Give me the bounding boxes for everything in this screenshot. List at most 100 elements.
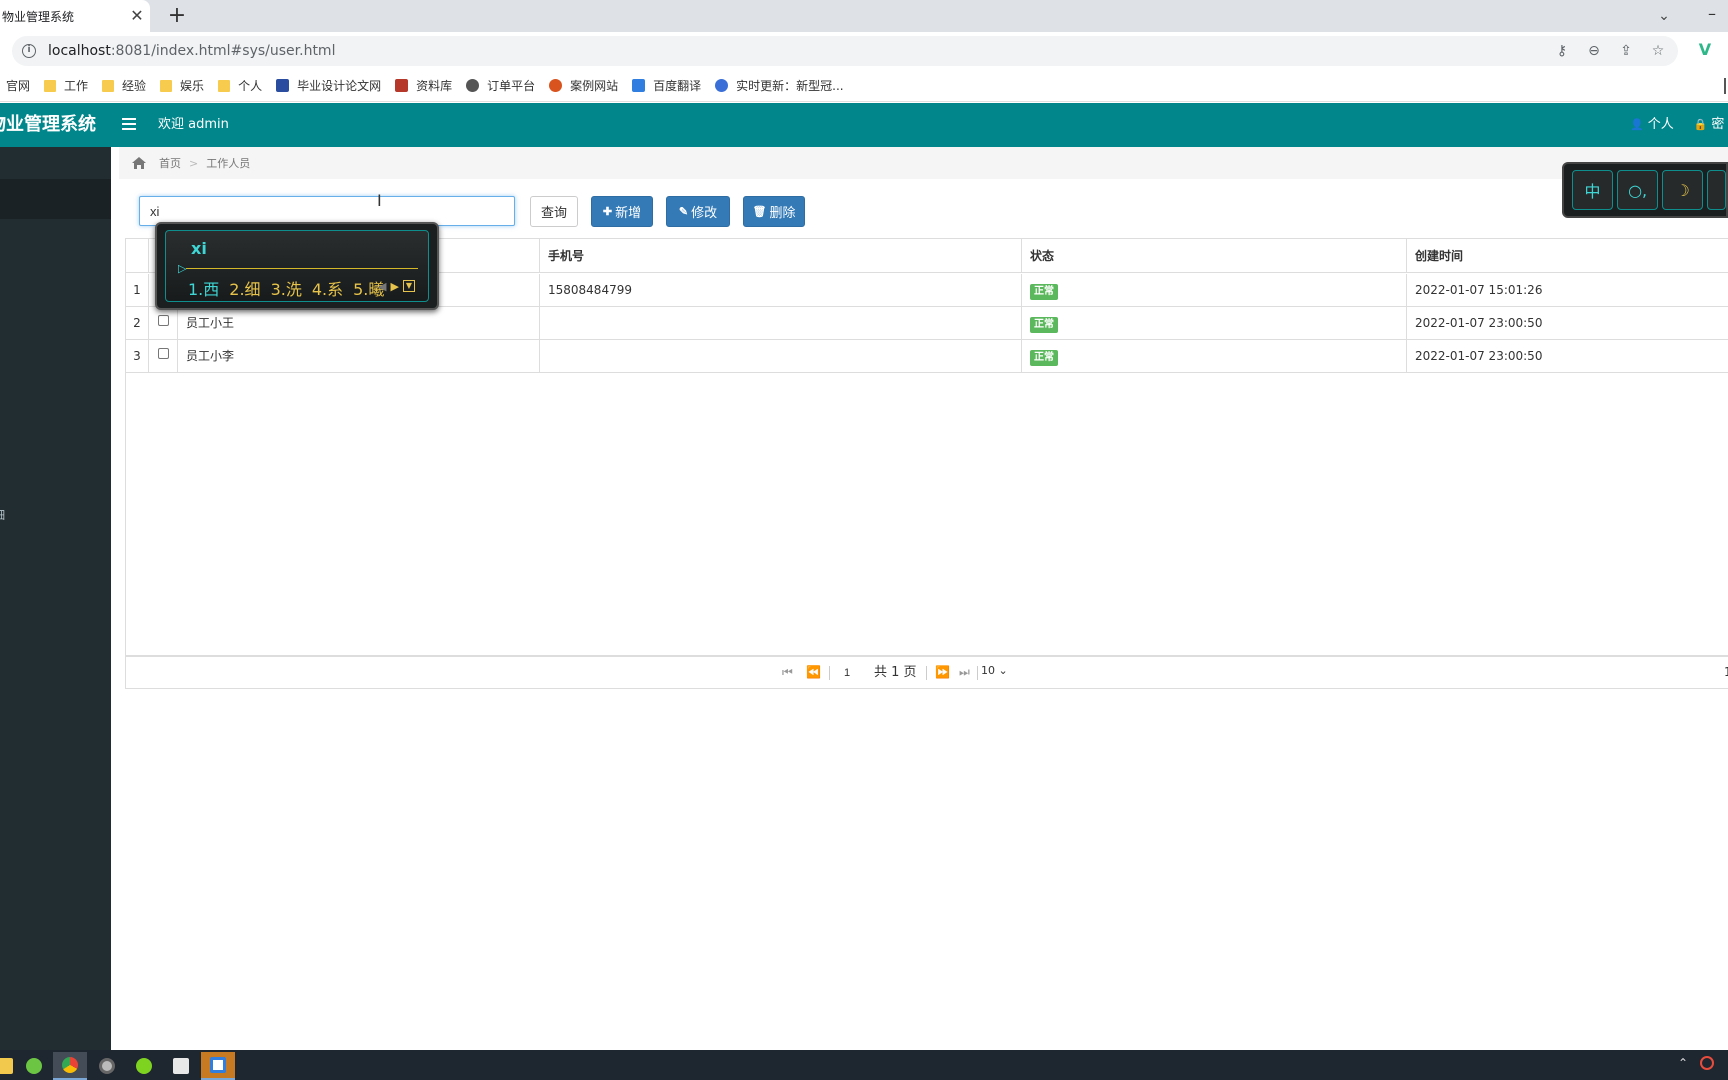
add-button[interactable]: ✚ 新增	[591, 196, 653, 227]
bookmark-folder[interactable]: 个人	[218, 77, 262, 94]
cell-created: 2022-01-07 23:00:50	[1406, 340, 1728, 372]
pager-divider	[926, 666, 927, 680]
ime-candidate[interactable]: 4.系	[312, 276, 343, 300]
info-icon[interactable]: i	[22, 44, 36, 58]
browser-tab-bar: 物业管理系统 ✕ + ⌄ –	[0, 0, 1728, 32]
first-page-icon[interactable]: ⏮	[782, 657, 793, 688]
bookmark-folder[interactable]: 工作	[44, 77, 88, 94]
cell-phone	[539, 340, 1021, 372]
expand-candidates-icon[interactable]: ▼	[402, 280, 415, 292]
taskbar-app-icon[interactable]	[201, 1052, 235, 1080]
taskbar-chrome-icon[interactable]	[53, 1052, 87, 1080]
pager-divider	[977, 666, 978, 680]
password-link[interactable]: 🔒 密	[1694, 103, 1725, 147]
ime-status-bar: 中 ○, ☽	[1562, 162, 1728, 218]
prev-candidates-icon[interactable]: ◀	[378, 280, 386, 293]
breadcrumb-separator: >	[189, 156, 199, 170]
main-content: 首页 > 工作人员 I 查询 ✚新增 ✎修改 🗑删除 手机号 状态 创建时间 1…	[111, 147, 1728, 1050]
bookmark-item[interactable]: 实时更新：新型冠...	[715, 77, 844, 94]
page-size-select[interactable]: 10 ⌄	[981, 664, 1008, 677]
tray-record-icon[interactable]	[1700, 1056, 1714, 1073]
bookmark-item[interactable]: 官网	[6, 77, 30, 94]
edit-icon: ✎	[678, 206, 689, 218]
vue-devtools-icon[interactable]: V	[1695, 40, 1715, 60]
cell-status: 正常	[1021, 307, 1406, 339]
home-icon[interactable]	[131, 156, 147, 170]
status-badge: 正常	[1030, 284, 1058, 300]
bookmark-folder[interactable]: 娱乐	[160, 77, 204, 94]
share-icon[interactable]: ⇪	[1616, 41, 1636, 61]
ime-candidates: 1.西 2.细 3.洗 4.系 5.曦	[188, 276, 384, 300]
chevron-down-icon[interactable]: ⌄	[1652, 4, 1676, 28]
bookmark-item[interactable]: 资料库	[395, 77, 452, 94]
header-created[interactable]: 创建时间	[1406, 239, 1728, 273]
bookmark-folder[interactable]: 经验	[102, 77, 146, 94]
table-row[interactable]: 2 员工小王 正常 2022-01-07 23:00:50	[126, 307, 1728, 340]
last-page-icon[interactable]: ⏭	[959, 657, 970, 688]
row-checkbox[interactable]	[157, 314, 169, 326]
pagination-bar: ⏮ ⏪ 共 1 页 ⏩ ⏭ 10 ⌄ 1	[125, 656, 1728, 689]
header-status[interactable]: 状态	[1021, 239, 1406, 273]
ime-divider	[186, 268, 418, 269]
row-checkbox-cell	[148, 307, 177, 339]
star-icon[interactable]: ☆	[1648, 41, 1668, 61]
bookmark-item[interactable]: 案例网站	[549, 77, 618, 94]
cell-name: 员工小李	[177, 340, 539, 372]
next-page-icon[interactable]: ⏩	[935, 657, 950, 688]
header-phone[interactable]: 手机号	[539, 239, 1021, 273]
close-icon[interactable]: ✕	[128, 7, 146, 25]
delete-button[interactable]: 🗑 删除	[743, 196, 805, 227]
tray-expand-icon[interactable]: ⌃	[1678, 1056, 1688, 1070]
welcome-text: 欢迎 admin	[158, 117, 229, 132]
next-candidates-icon[interactable]: ▶	[390, 280, 398, 293]
taskbar-document-icon[interactable]	[164, 1052, 198, 1080]
personal-link[interactable]: 👤 个人	[1630, 103, 1674, 147]
ime-width-toggle[interactable]: ☽	[1662, 170, 1704, 210]
chevron-down-icon: ⌄	[998, 664, 1008, 677]
bookmark-item[interactable]: 百度翻译	[632, 77, 701, 94]
menu-toggle-icon[interactable]	[122, 115, 136, 135]
bookmark-item[interactable]: 毕业设计论文网	[276, 77, 381, 94]
row-number: 2	[133, 316, 141, 330]
row-number: 3	[133, 349, 141, 363]
ime-composition: xi	[191, 239, 207, 258]
pager-info: 1	[1724, 665, 1728, 679]
key-icon[interactable]: ⚷	[1552, 41, 1572, 61]
ime-punctuation-toggle[interactable]: ○,	[1617, 170, 1659, 210]
browser-tab[interactable]: 物业管理系统 ✕	[0, 0, 150, 32]
ime-language-toggle[interactable]: 中	[1572, 170, 1614, 210]
taskbar-app-icon[interactable]	[17, 1052, 51, 1080]
ime-candidate-panel: xi ▷ 1.西 2.细 3.洗 4.系 5.曦 ◀ ▶ ▼	[165, 230, 429, 302]
baidu-paw-icon	[715, 79, 729, 92]
sidebar-item-active[interactable]	[0, 179, 111, 219]
total-pages: 共 1 页	[874, 665, 917, 680]
bookmarks-bar: 官网 工作 经验 娱乐 个人 毕业设计论文网 资料库 订单平台 案例网站 百度翻…	[0, 70, 1728, 102]
cell-phone	[539, 307, 1021, 339]
url-input[interactable]: i localhost:8081/index.html#sys/user.htm…	[12, 36, 1678, 66]
taskbar-app-icon[interactable]	[127, 1052, 161, 1080]
query-button[interactable]: 查询	[530, 196, 578, 227]
status-badge: 正常	[1030, 317, 1058, 333]
table-row[interactable]: 3 员工小李 正常 2022-01-07 23:00:50	[126, 340, 1728, 373]
prev-page-icon[interactable]: ⏪	[806, 657, 821, 688]
ime-candidate[interactable]: 1.西	[188, 276, 219, 300]
edit-button[interactable]: ✎ 修改	[666, 196, 730, 227]
page-number-input[interactable]	[836, 664, 872, 682]
bookmark-item[interactable]: 订单平台	[466, 77, 535, 94]
row-number: 1	[133, 283, 141, 297]
app-logo[interactable]: 物业管理系统	[0, 103, 96, 147]
bookmark-overflow[interactable]	[1724, 78, 1726, 94]
new-tab-button[interactable]: +	[164, 3, 190, 29]
zoom-icon[interactable]: ⊖	[1584, 41, 1604, 61]
user-icon: 👤	[1630, 118, 1644, 131]
ime-candidate-popup: xi ▷ 1.西 2.细 3.洗 4.系 5.曦 ◀ ▶ ▼	[155, 222, 439, 310]
ime-candidate[interactable]: 3.洗	[271, 276, 302, 300]
breadcrumb-home[interactable]: 首页	[159, 155, 181, 171]
folder-icon	[44, 79, 57, 92]
ime-candidate[interactable]: 2.细	[229, 276, 260, 300]
taskbar-settings-icon[interactable]	[90, 1052, 124, 1080]
ime-more[interactable]	[1707, 170, 1726, 210]
minimize-icon[interactable]: –	[1700, 2, 1724, 26]
sidebar-fragment: 细	[0, 507, 5, 523]
row-checkbox[interactable]	[157, 347, 169, 359]
